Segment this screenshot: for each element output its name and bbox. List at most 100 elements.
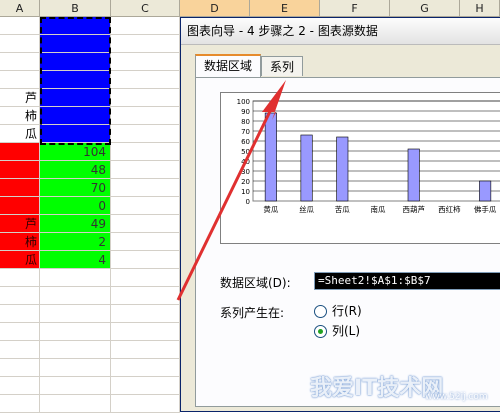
cell-a[interactable]: [0, 323, 40, 341]
cell-b[interactable]: [40, 395, 111, 413]
y-tick-label: 0: [246, 198, 250, 206]
radio-column-option[interactable]: 列(L): [314, 322, 360, 338]
radio-row-label: 行(R): [332, 304, 362, 318]
y-tick-label: 30: [241, 168, 250, 176]
series-in-label: 系列产生在:: [220, 306, 285, 320]
cell-b[interactable]: [40, 269, 111, 287]
range-input[interactable]: =Sheet2!$A$1:$B$7: [314, 272, 500, 290]
watermark-text: 我爱IT技术网: [310, 376, 444, 401]
bar: [336, 136, 349, 202]
cell-c[interactable]: [111, 143, 180, 161]
cell-c[interactable]: [111, 359, 180, 377]
tab-series[interactable]: 系列: [261, 56, 304, 76]
y-tick-label: 60: [241, 138, 250, 146]
chart-preview: 0 10 20 30 40 50 60 70 80 90 100 黄瓜 丝瓜 苦瓜 南瓜 西葫芦 西红柿 佛手瓜: [220, 92, 500, 244]
watermark-url: www.52ij.com: [425, 392, 488, 402]
x-tick-label: 南瓜: [371, 204, 386, 214]
cell-b[interactable]: [40, 35, 111, 53]
cell-c[interactable]: [111, 71, 180, 89]
cell-c[interactable]: [111, 377, 180, 395]
cell-a[interactable]: [0, 395, 40, 413]
cell-c[interactable]: [111, 161, 180, 179]
cell-c[interactable]: [111, 305, 180, 323]
column-header-g[interactable]: G: [390, 0, 460, 17]
cell-a[interactable]: [0, 179, 40, 197]
y-tick-label: 50: [241, 148, 250, 156]
cell-b[interactable]: [40, 287, 111, 305]
cell-c[interactable]: [111, 17, 180, 35]
cell-b[interactable]: [40, 71, 111, 89]
cell-b[interactable]: [40, 305, 111, 323]
cell-b[interactable]: 70: [40, 179, 111, 197]
cell-b[interactable]: 49: [40, 215, 111, 233]
cell-a[interactable]: [0, 287, 40, 305]
column-header-b[interactable]: B: [40, 0, 111, 17]
cell-b[interactable]: [40, 323, 111, 341]
cell-a[interactable]: [0, 17, 40, 35]
cell-c[interactable]: [111, 395, 180, 413]
cell-c[interactable]: [111, 89, 180, 107]
cell-b[interactable]: [40, 89, 111, 107]
cell-a[interactable]: 柿: [0, 107, 40, 125]
cell-c[interactable]: [111, 233, 180, 251]
cell-a[interactable]: [0, 161, 40, 179]
cell-b[interactable]: 2: [40, 233, 111, 251]
cell-c[interactable]: [111, 323, 180, 341]
cell-a[interactable]: [0, 143, 40, 161]
radio-row-option[interactable]: 行(R): [314, 302, 362, 318]
bar: [264, 112, 277, 202]
cell-a[interactable]: [0, 377, 40, 395]
chart-wizard-dialog: 图表向导 - 4 步骤之 2 - 图表源数据 数据区域 系列 0 10 20 30 40…: [180, 17, 500, 412]
cell-c[interactable]: [111, 35, 180, 53]
cell-b[interactable]: [40, 125, 111, 143]
x-tick-label: 西葫芦: [402, 204, 425, 214]
cell-a[interactable]: [0, 71, 40, 89]
cell-b[interactable]: 4: [40, 251, 111, 269]
cell-a[interactable]: [0, 53, 40, 71]
cell-a[interactable]: [0, 305, 40, 323]
cell-c[interactable]: [111, 125, 180, 143]
chart-svg: 0 10 20 30 40 50 60 70 80 90 100 黄瓜 丝瓜 苦瓜 南瓜 西葫芦 西红柿 佛手瓜: [237, 98, 500, 214]
cell-b[interactable]: [40, 341, 111, 359]
cell-c[interactable]: [111, 341, 180, 359]
cell-b[interactable]: 104: [40, 143, 111, 161]
column-header-d[interactable]: D: [180, 0, 250, 17]
cell-b[interactable]: [40, 53, 111, 71]
column-header-e[interactable]: E: [250, 0, 320, 17]
cell-c[interactable]: [111, 269, 180, 287]
cell-c[interactable]: [111, 287, 180, 305]
column-header-h[interactable]: H: [460, 0, 500, 17]
cell-c[interactable]: [111, 53, 180, 71]
y-tick-label: 70: [241, 128, 250, 136]
cell-c[interactable]: [111, 107, 180, 125]
cell-b[interactable]: 48: [40, 161, 111, 179]
radio-column-icon: [314, 325, 327, 338]
cell-a[interactable]: 瓜: [0, 251, 40, 269]
cell-a[interactable]: 柿: [0, 233, 40, 251]
cell-a[interactable]: 瓜: [0, 125, 40, 143]
tab-data-range[interactable]: 数据区域: [195, 54, 262, 77]
cell-a[interactable]: [0, 35, 40, 53]
cell-b[interactable]: [40, 107, 111, 125]
cell-b[interactable]: [40, 17, 111, 35]
cell-b[interactable]: [40, 359, 111, 377]
cell-c[interactable]: [111, 197, 180, 215]
cell-a[interactable]: [0, 359, 40, 377]
column-header-a[interactable]: A: [0, 0, 40, 17]
cell-c[interactable]: [111, 215, 180, 233]
cell-a[interactable]: [0, 269, 40, 287]
column-header-f[interactable]: F: [320, 0, 390, 17]
cell-b[interactable]: 0: [40, 197, 111, 215]
cell-c[interactable]: [111, 251, 180, 269]
x-tick-label: 黄瓜: [263, 204, 278, 214]
bar: [300, 134, 313, 202]
cell-a[interactable]: 芦: [0, 215, 40, 233]
cell-a[interactable]: 芦: [0, 89, 40, 107]
x-tick-label: 西红柿: [438, 204, 461, 214]
column-header-c[interactable]: C: [111, 0, 180, 17]
y-tick-label: 10: [241, 188, 250, 196]
cell-a[interactable]: [0, 341, 40, 359]
cell-b[interactable]: [40, 377, 111, 395]
cell-c[interactable]: [111, 179, 180, 197]
cell-a[interactable]: [0, 197, 40, 215]
